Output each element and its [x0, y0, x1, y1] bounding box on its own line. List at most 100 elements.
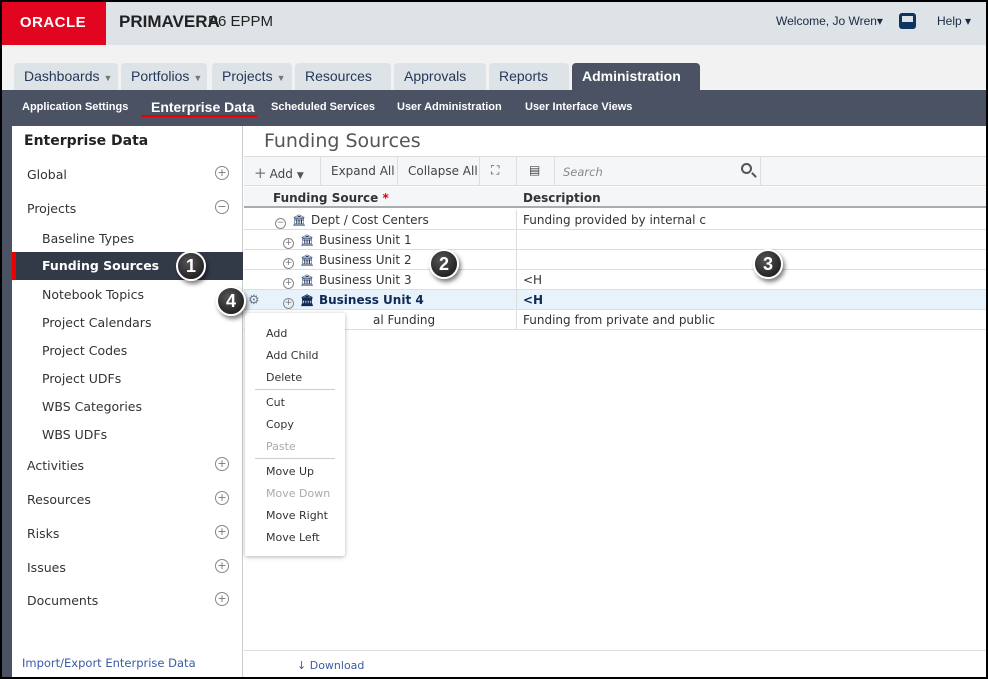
callout-2: 2	[429, 249, 459, 279]
menu-item-move-down: Move Down	[266, 487, 331, 500]
sidebar-item-issues[interactable]: Issues	[27, 560, 66, 575]
bank-icon: 🏛	[300, 274, 314, 287]
add-button[interactable]: + Add ▼	[244, 157, 321, 186]
description-cell: Funding from private and public	[523, 313, 715, 327]
expand-icon[interactable]: +	[215, 166, 229, 180]
download-link[interactable]: ↓ Download	[297, 659, 364, 672]
expand-icon[interactable]: +	[215, 592, 229, 606]
selected-indicator	[12, 252, 16, 280]
column-header-funding-source[interactable]: Funding Source *	[273, 191, 389, 205]
sidebar-item-project-calendars[interactable]: Project Calendars	[42, 315, 151, 330]
grid-footer: ↓ Download	[244, 650, 988, 679]
menu-item-add[interactable]: Add	[266, 327, 287, 340]
subnav-scheduled-services[interactable]: Scheduled Services	[271, 101, 375, 113]
sidebar-item-activities[interactable]: Activities	[27, 458, 84, 473]
bank-icon: 🏛	[292, 214, 306, 227]
gear-icon[interactable]: ⚙	[248, 293, 260, 308]
table-row[interactable]: − 🏛 Dept / Cost Centers Funding provided b…	[244, 210, 988, 230]
print-icon[interactable]: ▤	[517, 157, 555, 186]
expand-icon[interactable]: +	[283, 298, 294, 309]
expand-icon[interactable]: +	[283, 278, 294, 289]
grid-header: Funding Source * Description	[244, 187, 988, 208]
expand-icon[interactable]: +	[283, 258, 294, 269]
menu-item-copy[interactable]: Copy	[266, 418, 294, 431]
subnav-application-settings[interactable]: Application Settings	[22, 101, 128, 113]
description-cell: <H	[523, 273, 543, 287]
expand-icon[interactable]: +	[215, 525, 229, 539]
tab-resources[interactable]: Resources	[295, 63, 391, 90]
menu-item-move-right[interactable]: Move Right	[266, 509, 328, 522]
import-export-link[interactable]: Import/Export Enterprise Data	[22, 656, 196, 670]
help-menu[interactable]: Help ▾	[937, 14, 971, 28]
left-strip	[0, 126, 12, 679]
sidebar-item-resources[interactable]: Resources	[27, 492, 91, 507]
user-menu[interactable]: Welcome, Jo Wren▾	[776, 14, 883, 28]
subnav-user-interface-views[interactable]: User Interface Views	[525, 101, 632, 113]
sidebar-item-projects[interactable]: Projects	[27, 201, 76, 216]
sidebar-item-baseline-types[interactable]: Baseline Types	[42, 231, 134, 246]
tab-label: Portfolios	[131, 68, 190, 84]
bank-icon: 🏛	[300, 234, 314, 247]
sidebar-item-documents[interactable]: Documents	[27, 593, 98, 608]
sidebar-item-project-udfs[interactable]: Project UDFs	[42, 371, 121, 386]
menu-item-cut[interactable]: Cut	[266, 396, 285, 409]
menu-item-add-child[interactable]: Add Child	[266, 349, 319, 362]
funding-source-cell: + 🏛 Business Unit 1	[283, 233, 412, 249]
table-row-selected[interactable]: ⚙ + 🏛 Business Unit 4 <H	[244, 290, 988, 310]
download-label: Download	[309, 659, 365, 672]
tab-administration[interactable]: Administration	[572, 63, 700, 90]
sidebar-item-global[interactable]: Global	[27, 167, 67, 182]
table-row[interactable]: + 🏛 Business Unit 3 <H	[244, 270, 988, 290]
table-row[interactable]: + 🏛 Business Unit 2	[244, 250, 988, 270]
sidebar-item-notebook-topics[interactable]: Notebook Topics	[42, 287, 144, 302]
collapse-icon[interactable]: −	[215, 200, 229, 214]
table-row[interactable]: al Funding Funding from private and publ…	[244, 310, 988, 330]
column-divider	[516, 310, 517, 330]
sidebar-item-wbs-udfs[interactable]: WBS UDFs	[42, 427, 107, 442]
menu-separator	[255, 458, 335, 459]
search-icon[interactable]	[741, 163, 752, 174]
table-row[interactable]: + 🏛 Business Unit 1	[244, 230, 988, 250]
expand-all-button[interactable]: Expand All	[321, 157, 398, 186]
menu-item-delete[interactable]: Delete	[266, 371, 302, 384]
subnav-user-administration[interactable]: User Administration	[397, 101, 502, 113]
column-divider	[516, 270, 517, 290]
expand-icon[interactable]: +	[215, 491, 229, 505]
fullscreen-icon[interactable]: ⛶	[480, 157, 517, 186]
page-title: Funding Sources	[264, 130, 421, 152]
tab-portfolios[interactable]: Portfolios ▼	[121, 63, 207, 90]
column-divider	[516, 210, 517, 230]
callout-3: 3	[753, 249, 783, 279]
tab-reports[interactable]: Reports	[489, 63, 569, 90]
expand-icon[interactable]: +	[283, 238, 294, 249]
add-label: Add	[269, 167, 293, 181]
sidebar-item-risks[interactable]: Risks	[27, 526, 59, 541]
menu-item-move-up[interactable]: Move Up	[266, 465, 314, 478]
sidebar-item-project-codes[interactable]: Project Codes	[42, 343, 127, 358]
inbox-icon[interactable]	[899, 13, 916, 29]
caret-down-icon: ▼	[276, 73, 286, 83]
sidebar-title: Enterprise Data	[24, 133, 149, 149]
active-subnav-underline	[141, 115, 257, 117]
product-name: PRIMAVERA	[119, 12, 220, 31]
expand-icon[interactable]: +	[215, 559, 229, 573]
menu-item-move-left[interactable]: Move Left	[266, 531, 320, 544]
column-divider	[516, 250, 517, 270]
collapse-all-button[interactable]: Collapse All	[398, 157, 480, 186]
tab-label: Projects	[222, 68, 273, 84]
subnav-enterprise-data[interactable]: Enterprise Data	[151, 99, 254, 115]
search-input[interactable]: Search	[555, 157, 761, 186]
sidebar-item-wbs-categories[interactable]: WBS Categories	[42, 399, 142, 414]
sidebar-item-label: Funding Sources	[42, 258, 160, 273]
column-header-description[interactable]: Description	[523, 191, 601, 205]
sub-navigation: Application Settings Enterprise Data Sch…	[0, 90, 988, 126]
tab-dashboards[interactable]: Dashboards ▼	[14, 63, 118, 90]
sidebar-item-funding-sources[interactable]: Funding Sources	[12, 252, 243, 280]
collapse-icon[interactable]: −	[275, 218, 286, 229]
main-panel: Funding Sources + Add ▼ Expand All Collaps…	[244, 126, 988, 679]
tab-projects[interactable]: Projects ▼	[212, 63, 292, 90]
expand-icon[interactable]: +	[215, 457, 229, 471]
top-bar: ORACLE PRIMAVERA P6 EPPM Welcome, Jo Wre…	[0, 0, 988, 45]
funding-source-cell: + 🏛 Business Unit 3	[283, 273, 412, 289]
tab-approvals[interactable]: Approvals	[394, 63, 486, 90]
